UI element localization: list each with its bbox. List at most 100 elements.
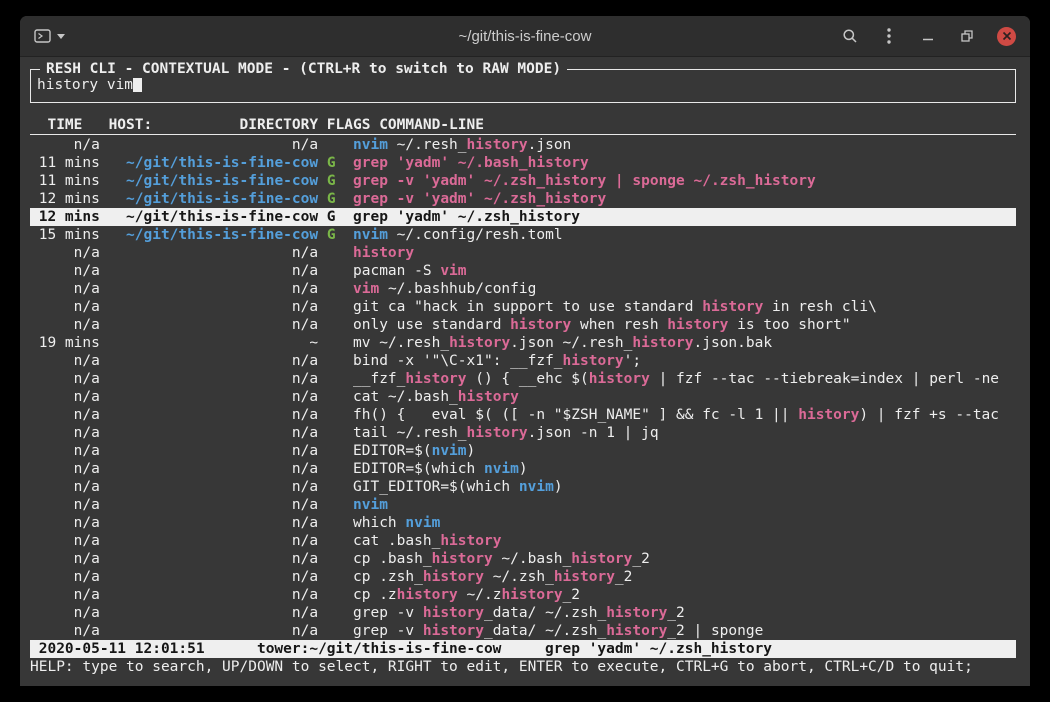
row-segment: is too short" [728, 317, 850, 333]
row-segment: ~/git/this-is-fine-cow [109, 227, 327, 243]
row-segment: history [563, 353, 624, 369]
row-segment: nvim [519, 479, 554, 495]
row-segment: G [327, 155, 353, 171]
row-segment: fh() { eval $( ([ -n "$ZSH_NAME" ] && fc… [353, 407, 798, 423]
row-segment: n/a n/a [30, 299, 353, 315]
history-row[interactable]: n/a n/a pacman -S vim [30, 262, 1016, 280]
search-query-text: history vim [37, 77, 133, 93]
row-segment: history [405, 371, 466, 387]
row-segment: ~/.zsh_ [484, 569, 554, 585]
history-row[interactable]: n/a n/a grep -v history_data/ ~/.zsh_his… [30, 604, 1016, 622]
minimize-icon [921, 29, 935, 43]
row-segment: grep -v 'yadm' ~/.zsh_history [353, 191, 606, 207]
resh-mode-title: RESH CLI - CONTEXTUAL MODE - (CTRL+R to … [40, 60, 567, 78]
history-row[interactable]: 11 mins ~/git/this-is-fine-cow G grep -v… [30, 172, 1016, 190]
row-segment: G [327, 173, 353, 189]
history-row[interactable]: n/a n/a cat ~/.bash_history [30, 388, 1016, 406]
row-segment: n/a n/a [30, 407, 353, 423]
history-rows: n/a n/a nvim ~/.resh_history.json 11 min… [30, 136, 1016, 640]
history-row[interactable]: n/a n/a fh() { eval $( ([ -n "$ZSH_NAME"… [30, 406, 1016, 424]
history-row[interactable]: n/a n/a cp .bash_history ~/.bash_history… [30, 550, 1016, 568]
row-segment: grep -v [353, 623, 423, 639]
row-segment: 19 mins [30, 335, 109, 351]
history-row[interactable]: 12 mins ~/git/this-is-fine-cow G grep -v… [30, 190, 1016, 208]
history-row[interactable]: n/a n/a bind -x '"\C-x1": __fzf_history'… [30, 352, 1016, 370]
row-segment: 11 mins [30, 173, 109, 189]
row-segment: n/a n/a [30, 263, 353, 279]
row-segment: when resh [571, 317, 667, 333]
row-segment: ) [554, 479, 563, 495]
row-segment: n/a n/a [30, 587, 353, 603]
row-segment: n/a n/a [30, 245, 353, 261]
row-segment: _2 | sponge [667, 623, 763, 639]
row-segment: n/a n/a [30, 425, 353, 441]
row-segment: 15 mins [30, 227, 109, 243]
row-segment: nvim [484, 461, 519, 477]
search-icon [842, 28, 858, 44]
row-segment: ~/git/this-is-fine-cow [109, 155, 327, 171]
history-row[interactable]: n/a n/a cp .zhistory ~/.zhistory_2 [30, 586, 1016, 604]
row-segment: grep -v 'yadm' ~/.zsh_history | sponge ~… [353, 173, 816, 189]
history-row[interactable]: n/a n/a tail ~/.resh_history.json -n 1 |… [30, 424, 1016, 442]
history-row[interactable]: n/a n/a __fzf_history () { __ehc $(histo… [30, 370, 1016, 388]
row-segment: git ca "hack in support to use standard [353, 299, 702, 315]
resh-search-box: RESH CLI - CONTEXTUAL MODE - (CTRL+R to … [30, 69, 1016, 103]
row-segment: n/a n/a [30, 515, 353, 531]
history-row[interactable]: n/a n/a EDITOR=$(which nvim) [30, 460, 1016, 478]
row-segment: n/a n/a [30, 551, 353, 567]
row-segment: history [397, 587, 458, 603]
close-button[interactable] [997, 23, 1016, 49]
history-row[interactable]: n/a n/a only use standard history when r… [30, 316, 1016, 334]
row-segment: history [702, 299, 763, 315]
history-row[interactable]: n/a n/a vim ~/.bashhub/config [30, 280, 1016, 298]
row-segment: EDITOR=$(which [353, 461, 484, 477]
unmaximize-button[interactable] [958, 23, 976, 49]
history-row[interactable]: n/a n/a grep -v history_data/ ~/.zsh_his… [30, 622, 1016, 640]
row-segment: history [606, 605, 667, 621]
minimize-button[interactable] [919, 23, 937, 49]
row-segment: history [510, 317, 571, 333]
row-segment: ~/git/this-is-fine-cow [109, 191, 327, 207]
history-row[interactable]: n/a n/a history [30, 244, 1016, 262]
history-row[interactable]: 15 mins ~/git/this-is-fine-cow G nvim ~/… [30, 226, 1016, 244]
row-segment: EDITOR=$( [353, 443, 432, 459]
row-segment: cat ~/.bash_ [353, 389, 458, 405]
close-icon [1002, 31, 1012, 41]
row-segment: .json -n 1 | jq [528, 425, 659, 441]
history-row[interactable]: n/a n/a cp .zsh_history ~/.zsh_history_2 [30, 568, 1016, 586]
search-button[interactable] [841, 23, 859, 49]
row-segment: n/a n/a [30, 371, 353, 387]
history-row[interactable]: n/a n/a EDITOR=$(nvim) [30, 442, 1016, 460]
history-row[interactable]: 11 mins ~/git/this-is-fine-cow G grep 'y… [30, 154, 1016, 172]
new-terminal-button[interactable] [34, 23, 65, 49]
titlebar-right [841, 23, 1030, 49]
row-segment: vim [440, 263, 466, 279]
row-segment: nvim [353, 227, 388, 243]
history-row[interactable]: 19 mins ~ mv ~/.resh_history.json ~/.res… [30, 334, 1016, 352]
row-segment: ~/.bash_ [493, 551, 572, 567]
history-row[interactable]: n/a n/a which nvim [30, 514, 1016, 532]
history-row[interactable]: n/a n/a nvim ~/.resh_history.json [30, 136, 1016, 154]
menu-button[interactable] [880, 23, 898, 49]
row-segment: grep 'yadm' ~/.bash_history [353, 155, 589, 171]
close-button-circle [997, 27, 1016, 46]
table-header: TIME HOST: DIRECTORY FLAGS COMMAND-LINE [30, 116, 1016, 135]
row-segment: .json.bak [694, 335, 773, 351]
row-segment: history [554, 569, 615, 585]
row-segment: history [467, 425, 528, 441]
row-segment: n/a n/a [30, 137, 353, 153]
row-segment: _data/ ~/.zsh_ [484, 605, 606, 621]
row-segment: n/a n/a [30, 281, 353, 297]
row-segment: nvim [353, 137, 388, 153]
history-row[interactable]: n/a n/a nvim [30, 496, 1016, 514]
history-row-selected[interactable]: 12 mins ~/git/this-is-fine-cow G grep 'y… [30, 208, 1016, 226]
row-segment: cat .bash_ [353, 533, 440, 549]
row-segment: n/a n/a [30, 605, 353, 621]
history-row[interactable]: n/a n/a cat .bash_history [30, 532, 1016, 550]
row-segment: _2 [563, 587, 580, 603]
history-row[interactable]: n/a n/a GIT_EDITOR=$(which nvim) [30, 478, 1016, 496]
row-segment: history [606, 623, 667, 639]
row-segment: n/a n/a [30, 623, 353, 639]
row-segment: n/a n/a [30, 569, 353, 585]
history-row[interactable]: n/a n/a git ca "hack in support to use s… [30, 298, 1016, 316]
